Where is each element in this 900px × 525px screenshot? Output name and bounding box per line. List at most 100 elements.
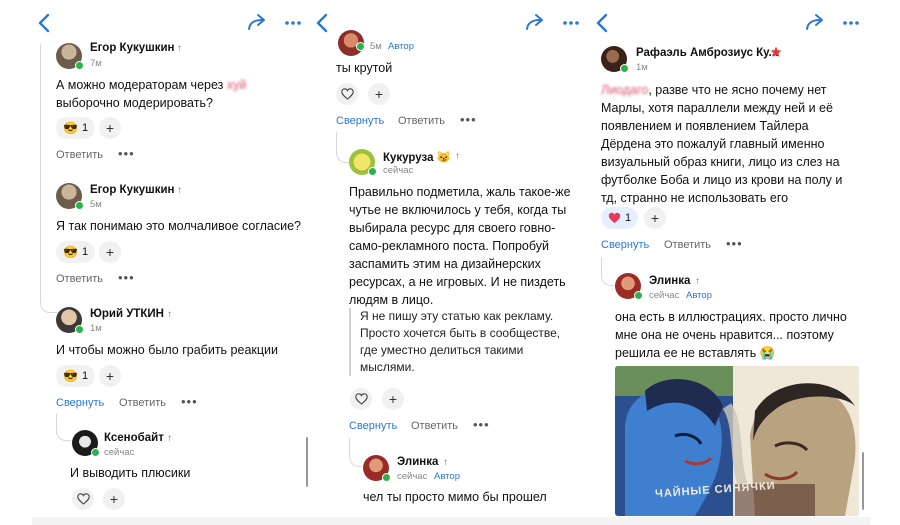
comments-panel-2: 5м Автор ты крутой + Свернуть Ответить •… bbox=[310, 0, 590, 525]
add-reaction-button[interactable]: + bbox=[103, 488, 125, 510]
online-indicator bbox=[368, 167, 377, 176]
comment-text: чел ты просто мимо бы прошел bbox=[363, 490, 547, 504]
share-arrow-icon[interactable] bbox=[804, 12, 826, 34]
bottom-strip bbox=[32, 517, 310, 525]
chevron-left-icon[interactable] bbox=[312, 12, 334, 34]
comment-author[interactable]: Элинка bbox=[397, 456, 438, 468]
upvote-arrow-icon[interactable]: ↑ bbox=[167, 433, 172, 444]
collapse-button[interactable]: Свернуть bbox=[601, 239, 649, 251]
reaction-count: 1 bbox=[625, 212, 632, 224]
heart-filled-icon bbox=[608, 212, 621, 223]
quoted-text: Я не пишу эту статью как рекламу. Просто… bbox=[349, 308, 572, 376]
author-badge: Автор bbox=[686, 290, 712, 301]
top-bar bbox=[32, 0, 310, 44]
author-badge: Автор bbox=[434, 471, 460, 482]
thread-branch bbox=[336, 132, 349, 163]
reply-button[interactable]: Ответить bbox=[56, 273, 103, 285]
comment-text: А можно модераторам через хуй выборочно м… bbox=[56, 76, 306, 112]
upvote-arrow-icon[interactable]: ↑ bbox=[443, 457, 448, 468]
scrollbar[interactable] bbox=[862, 452, 864, 510]
comments-panel-1: Егор Кукушкин ↑ 7м А можно модераторам ч… bbox=[32, 0, 310, 525]
reply-button[interactable]: Ответить bbox=[119, 397, 166, 409]
comment-time: 1м bbox=[636, 62, 648, 73]
bottom-strip bbox=[310, 517, 590, 525]
comment-author[interactable]: Егор Кукушкин bbox=[90, 42, 174, 54]
share-arrow-icon[interactable] bbox=[246, 12, 268, 34]
comment-time: 7м bbox=[90, 58, 102, 69]
reaction-pill[interactable]: 😎 1 bbox=[56, 241, 96, 263]
add-reaction-button[interactable]: + bbox=[644, 207, 666, 229]
more-dots-icon[interactable]: ••• bbox=[118, 270, 135, 285]
more-dots-icon[interactable]: ••• bbox=[181, 394, 198, 409]
online-indicator bbox=[91, 448, 100, 457]
illustration-image[interactable]: ЧАЙНЫЕ СИНЯЧКИ bbox=[615, 366, 859, 516]
comment-author[interactable]: Рафаэль Амброзиус Ку... bbox=[636, 47, 778, 59]
add-reaction-button[interactable]: + bbox=[99, 365, 121, 387]
heart-outline-icon bbox=[340, 88, 354, 100]
more-dots-icon[interactable] bbox=[840, 12, 862, 34]
reaction-count: 1 bbox=[81, 122, 89, 134]
comment-text: Я так понимаю это молчаливое согласие? bbox=[56, 219, 302, 233]
reaction-emoji: 😎 bbox=[63, 245, 78, 259]
upvote-arrow-icon[interactable]: ↑ bbox=[455, 151, 460, 162]
comment-time: сейчас bbox=[383, 165, 414, 176]
comment-author[interactable]: Элинка bbox=[649, 275, 690, 287]
online-indicator bbox=[356, 42, 365, 51]
comment-author[interactable]: Егор Кукушкин bbox=[90, 184, 174, 196]
reaction-emoji: 😎 bbox=[63, 369, 78, 383]
comment-author[interactable]: Кукуруза 😼 bbox=[383, 150, 451, 164]
comment-time: 1м bbox=[90, 323, 102, 334]
like-button[interactable] bbox=[336, 83, 358, 105]
comment-author[interactable]: Ксенобайт bbox=[104, 432, 164, 444]
like-button[interactable] bbox=[72, 488, 94, 510]
reply-button[interactable]: Ответить bbox=[411, 420, 458, 432]
add-reaction-button[interactable]: + bbox=[99, 117, 121, 139]
reaction-pill[interactable]: 😎 1 bbox=[56, 365, 96, 387]
add-reaction-button[interactable]: + bbox=[99, 241, 121, 263]
heart-outline-icon bbox=[354, 393, 368, 405]
more-dots-icon[interactable]: ••• bbox=[118, 146, 135, 161]
thread-branch bbox=[349, 438, 362, 467]
censored-word: Лиодаго bbox=[601, 83, 649, 97]
chevron-left-icon[interactable] bbox=[592, 12, 614, 34]
more-dots-icon[interactable]: ••• bbox=[460, 112, 477, 127]
reaction-pill[interactable]: 1 bbox=[601, 207, 639, 229]
chevron-left-icon[interactable] bbox=[34, 12, 56, 34]
comment-text-part: А можно модераторам через bbox=[56, 78, 227, 92]
comment-text: И выводить плюсики bbox=[70, 466, 191, 480]
upvote-arrow-icon[interactable]: ↑ bbox=[695, 276, 700, 287]
comment-time: сейчас bbox=[649, 290, 680, 301]
author-name: Кукуруза bbox=[383, 152, 434, 164]
comment-time: сейчас bbox=[397, 471, 428, 482]
reaction-emoji: 😎 bbox=[63, 121, 78, 135]
more-dots-icon[interactable]: ••• bbox=[726, 236, 743, 251]
like-button[interactable] bbox=[350, 388, 372, 410]
comment-text: И чтобы можно было грабить реакции bbox=[56, 343, 278, 357]
reaction-pill[interactable]: 😎 1 bbox=[56, 117, 96, 139]
author-badge: Автор bbox=[388, 41, 414, 52]
add-reaction-button[interactable]: + bbox=[382, 388, 404, 410]
online-indicator bbox=[620, 64, 629, 73]
thread-branch bbox=[40, 288, 57, 313]
reply-button[interactable]: Ответить bbox=[56, 149, 103, 161]
share-arrow-icon[interactable] bbox=[524, 12, 546, 34]
collapse-button[interactable]: Свернуть bbox=[336, 115, 384, 127]
more-dots-icon[interactable] bbox=[282, 12, 304, 34]
upvote-arrow-icon[interactable]: ↑ bbox=[167, 309, 172, 320]
reply-button[interactable]: Ответить bbox=[664, 239, 711, 251]
scrollbar[interactable] bbox=[306, 437, 308, 487]
comment-text: она есть в иллюстрациях. просто лично мн… bbox=[615, 310, 847, 360]
collapse-button[interactable]: Свернуть bbox=[349, 420, 397, 432]
more-dots-icon[interactable] bbox=[560, 12, 582, 34]
upvote-arrow-icon[interactable]: ↑ bbox=[177, 185, 182, 196]
star-icon bbox=[770, 46, 782, 57]
add-reaction-button[interactable]: + bbox=[368, 83, 390, 105]
comment-author[interactable]: Юрий УТКИН bbox=[90, 308, 164, 320]
collapse-button[interactable]: Свернуть bbox=[56, 397, 104, 409]
online-indicator bbox=[634, 291, 643, 300]
comment-time: 5м bbox=[90, 199, 102, 210]
reply-button[interactable]: Ответить bbox=[398, 115, 445, 127]
upvote-arrow-icon[interactable]: ↑ bbox=[177, 43, 182, 54]
reaction-count: 1 bbox=[81, 246, 89, 258]
more-dots-icon[interactable]: ••• bbox=[473, 417, 490, 432]
